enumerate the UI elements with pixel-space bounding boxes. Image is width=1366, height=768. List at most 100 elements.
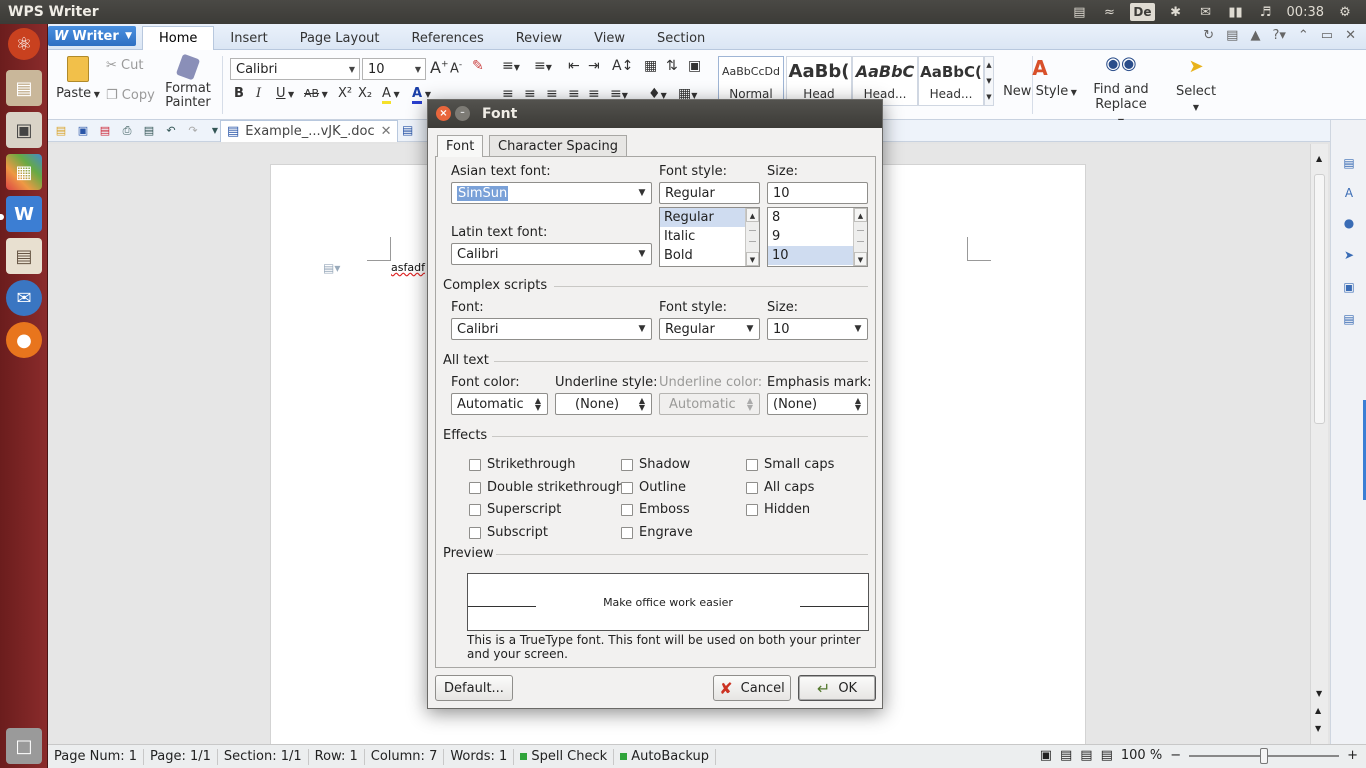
files-icon[interactable]: ▤	[6, 70, 42, 106]
fit-page-icon[interactable]: ▣	[1040, 748, 1052, 763]
border-icon[interactable]: ▣	[688, 58, 701, 74]
restore-icon[interactable]: ▭	[1321, 28, 1333, 43]
zoom-out-icon[interactable]: −	[1170, 748, 1181, 763]
paste-button[interactable]: Paste ▼	[56, 54, 100, 116]
document-text[interactable]: asfadf	[391, 261, 425, 274]
zoom-in-icon[interactable]: +	[1347, 748, 1358, 763]
tab-references[interactable]: References	[395, 26, 499, 50]
new-document-icon[interactable]: ▤	[1340, 154, 1358, 172]
tab-font[interactable]: Font	[437, 135, 484, 157]
underline-style-combo[interactable]: (None) ▲ ▼	[555, 393, 652, 415]
small-caps-checkbox[interactable]: Small caps	[746, 457, 834, 472]
double-strikethrough-checkbox[interactable]: Double strikethrough	[469, 480, 624, 495]
firefox-icon[interactable]: ●	[6, 322, 42, 358]
copy-button[interactable]: ❐ Copy	[106, 88, 155, 103]
tab-home[interactable]: Home	[142, 26, 215, 50]
close-tab-icon[interactable]: ✕	[381, 124, 398, 139]
highlight-button[interactable]: A ▼	[382, 86, 400, 104]
checkbox-box[interactable]	[621, 481, 633, 494]
font-style-list[interactable]: Regular Italic Bold ▲ ▼	[659, 207, 760, 267]
table-icon[interactable]: ▦	[644, 58, 657, 74]
checkbox-box[interactable]	[746, 481, 758, 494]
scroll-grip[interactable]	[857, 230, 864, 242]
writer-menu-button[interactable]: W Writer ▼	[48, 26, 136, 46]
vertical-scrollbar[interactable]: ▲ ▼ ▲ ▼	[1310, 144, 1328, 744]
strikethrough-button[interactable]: AB ▼	[304, 87, 328, 100]
superscript-button[interactable]: X²	[338, 86, 352, 101]
tab-review[interactable]: Review	[500, 26, 578, 50]
list-scrollbar[interactable]: ▲ ▼	[853, 208, 867, 266]
outline-checkbox[interactable]: Outline	[621, 480, 686, 495]
list-scrollbar[interactable]: ▲ ▼	[745, 208, 759, 266]
bold-button[interactable]: B	[234, 86, 244, 101]
outdent-icon[interactable]: ⇤	[568, 58, 580, 74]
select-button[interactable]: ➤ Select ▼	[1174, 56, 1218, 114]
collapse-ribbon-icon[interactable]: ⌃	[1298, 28, 1309, 43]
bluetooth-icon[interactable]: ✱	[1167, 3, 1185, 21]
asian-font-combo[interactable]: SimSun ▼	[451, 182, 652, 204]
superscript-checkbox[interactable]: Superscript	[469, 502, 561, 517]
complex-size-combo[interactable]: 10 ▼	[767, 318, 868, 340]
wifi-icon[interactable]: ≈	[1100, 3, 1118, 21]
outline-view-icon[interactable]: ▤	[1101, 748, 1113, 763]
tab-character-spacing[interactable]: Character Spacing	[489, 135, 628, 156]
checkbox-box[interactable]	[469, 526, 481, 539]
checkbox-box[interactable]	[621, 526, 633, 539]
tab-section[interactable]: Section	[641, 26, 721, 50]
ok-button[interactable]: ↵ OK	[798, 675, 876, 701]
increase-font-button[interactable]: A+	[430, 58, 449, 77]
status-column[interactable]: Column: 7	[365, 748, 445, 765]
strikethrough-checkbox[interactable]: Strikethrough	[469, 457, 575, 472]
scrollbar-thumb[interactable]	[1314, 174, 1325, 424]
status-section[interactable]: Section: 1/1	[218, 748, 309, 765]
font-name-combo[interactable]: Calibri ▼	[230, 58, 360, 80]
autobackup-toggle[interactable]: AutoBackup	[614, 748, 717, 765]
dialog-titlebar[interactable]: × – Font	[428, 100, 882, 128]
manager-icon[interactable]: ▣	[6, 112, 42, 148]
checkbox-box[interactable]	[469, 503, 481, 516]
styles-scroll[interactable]: ▲ ▼ ▼	[984, 56, 994, 106]
dialog-close-icon[interactable]: ×	[436, 106, 451, 121]
page-down-icon[interactable]: ▼	[1315, 724, 1321, 733]
scroll-up-arrow-icon[interactable]: ▲	[1316, 154, 1322, 163]
sort-icon[interactable]: ⇅	[666, 58, 678, 74]
tab-insert[interactable]: Insert	[214, 26, 283, 50]
document-tab[interactable]: ▤ Example_...vJK_.doc ✕	[220, 120, 398, 142]
sync-icon[interactable]: ↻	[1203, 28, 1214, 43]
checkbox-box[interactable]	[746, 458, 758, 471]
indent-icon[interactable]: ⇥	[588, 58, 600, 74]
spell-check-toggle[interactable]: Spell Check	[514, 748, 615, 765]
complex-font-combo[interactable]: Calibri ▼	[451, 318, 652, 340]
palette-icon[interactable]: ▦	[6, 154, 42, 190]
open-icon[interactable]: ▤	[52, 124, 70, 138]
paragraph-icon[interactable]: ▤▾	[323, 261, 340, 275]
zoom-slider[interactable]	[1189, 747, 1340, 764]
size-input[interactable]: 10	[767, 182, 868, 204]
mail-icon[interactable]: ✉	[1197, 3, 1215, 21]
style-heading-3[interactable]: AaBbC( Head...	[918, 56, 984, 106]
print-layout-icon[interactable]: ▤	[1060, 748, 1072, 763]
checkbox-box[interactable]	[621, 458, 633, 471]
shapes-icon[interactable]: ●	[1340, 214, 1358, 232]
font-size-combo[interactable]: 10 ▼	[362, 58, 426, 80]
status-words[interactable]: Words: 1	[444, 748, 515, 765]
document-map-icon[interactable]: ▤	[1340, 310, 1358, 328]
scroll-grip[interactable]	[749, 230, 756, 242]
help-icon[interactable]: ?▾	[1272, 28, 1285, 43]
checkbox-box[interactable]	[469, 458, 481, 471]
decrease-font-button[interactable]: A-	[450, 60, 462, 76]
export-pdf-icon[interactable]: ▤	[96, 124, 114, 138]
status-page-num[interactable]: Page Num: 1	[48, 748, 145, 765]
web-layout-icon[interactable]: ▤	[1080, 748, 1092, 763]
status-page[interactable]: Page: 1/1	[144, 748, 218, 765]
size-list[interactable]: 8 9 10 ▲ ▼	[767, 207, 868, 267]
italic-button[interactable]: I	[256, 86, 261, 101]
text-direction-icon[interactable]: A↕	[612, 58, 633, 74]
scroll-down-arrow-icon[interactable]: ▼	[854, 252, 867, 266]
share-icon[interactable]: ▤	[1226, 28, 1238, 43]
page-up-icon[interactable]: ▲	[1315, 706, 1321, 715]
underline-button[interactable]: U ▼	[276, 86, 294, 101]
thunderbird-icon[interactable]: ✉	[6, 280, 42, 316]
volume-icon[interactable]: ♬	[1257, 3, 1275, 21]
emboss-checkbox[interactable]: Emboss	[621, 502, 690, 517]
